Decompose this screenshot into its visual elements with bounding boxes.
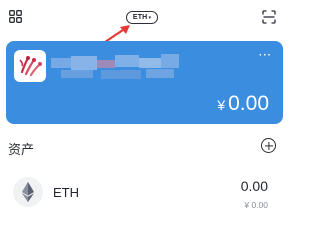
wallet-balance: ¥ 0.00 (217, 92, 269, 116)
balance-amount: 0.00 (228, 92, 269, 115)
plus-circle-icon[interactable] (261, 138, 276, 153)
asset-row-eth[interactable]: ETH 0.00 ¥ 0.00 (0, 170, 287, 216)
wallet-app: ETH ▾ ··· ¥ 0.00 资产 ETH 0.00 ¥ 0.00 (0, 0, 287, 227)
balance-currency: ¥ (217, 97, 226, 113)
assets-title: 资产 (8, 142, 35, 157)
top-bar: ETH ▾ (0, 0, 287, 36)
scan-icon[interactable] (262, 10, 276, 24)
asset-amount: 0.00 (240, 178, 268, 194)
assets-header: 资产 (8, 136, 279, 158)
wallet-name-obscured (51, 52, 181, 82)
chevron-down-icon: ▾ (148, 15, 152, 21)
wallet-card[interactable]: ··· ¥ 0.00 (6, 41, 283, 124)
wallet-logo-icon (14, 50, 46, 82)
network-label: ETH (132, 14, 148, 21)
asset-fiat-value: ¥ 0.00 (244, 200, 268, 210)
more-options-button[interactable]: ··· (259, 51, 272, 61)
grid-menu-icon[interactable] (9, 10, 22, 23)
asset-symbol: ETH (53, 185, 79, 200)
ethereum-icon (13, 177, 43, 207)
